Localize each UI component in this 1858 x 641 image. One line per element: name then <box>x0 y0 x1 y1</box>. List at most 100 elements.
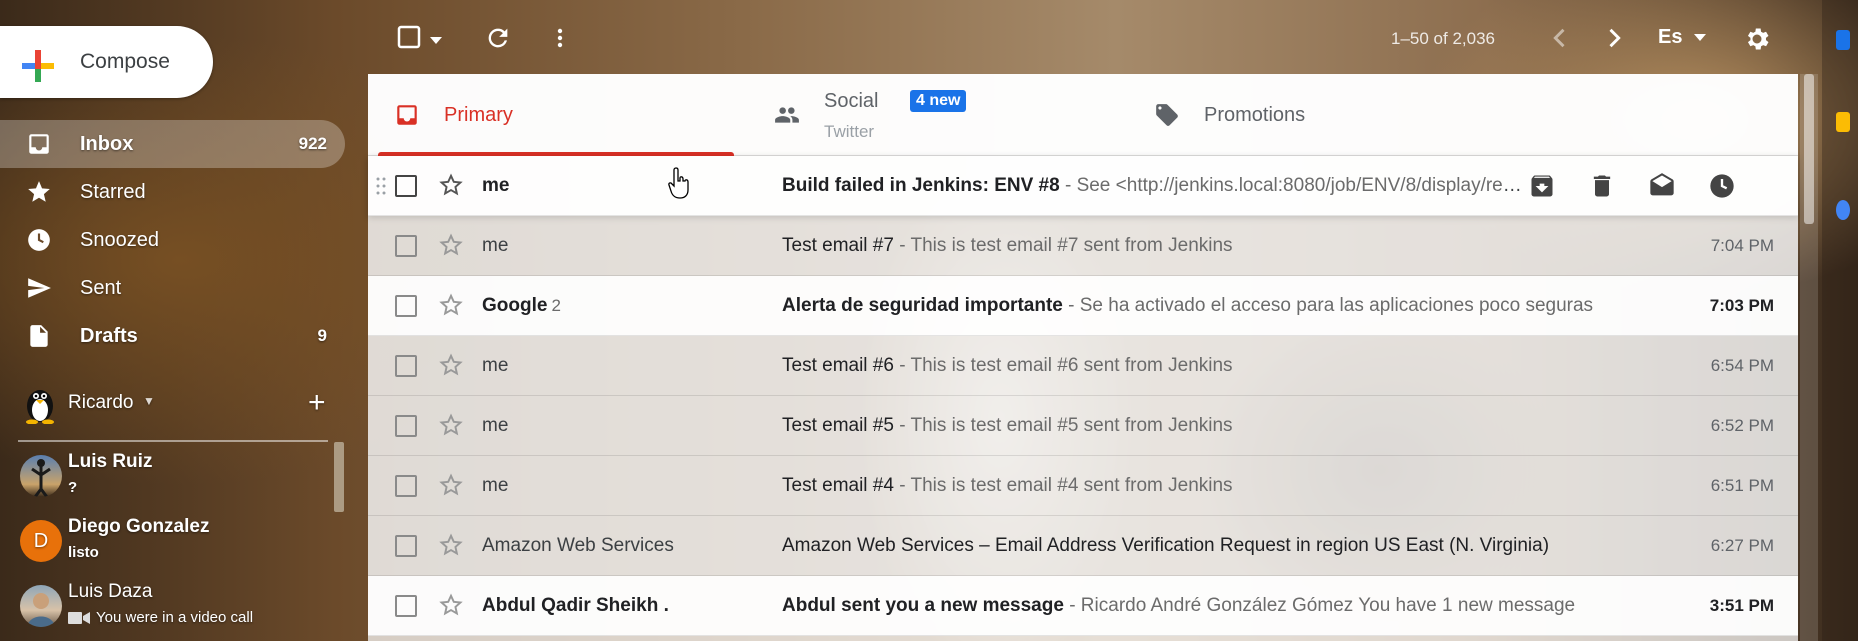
star-outline-icon[interactable] <box>438 352 464 378</box>
email-subject: Test email #6 <box>782 355 894 376</box>
plus-icon <box>22 50 54 82</box>
email-snippet: - This is test email #6 sent from Jenkin… <box>893 355 1233 376</box>
email-row[interactable]: me Build failed in Jenkins: ENV #8 - See… <box>368 156 1798 216</box>
sidebar-item-starred[interactable]: Starred <box>0 168 345 216</box>
email-snippet: - See <http://jenkins.local:8080/job/ENV… <box>1064 175 1532 196</box>
sidebar-item-inbox[interactable]: Inbox 922 <box>0 120 345 168</box>
row-actions <box>1528 170 1778 200</box>
row-checkbox[interactable] <box>395 355 417 377</box>
email-subject: Alerta de seguridad importante <box>782 295 1063 316</box>
more-vert-icon[interactable] <box>548 24 572 57</box>
email-row[interactable]: Abdul Qadir Sheikh . Abdul sent you a ne… <box>368 576 1798 636</box>
tab-label: Primary <box>444 104 513 126</box>
contact-item[interactable]: D Diego Gonzalez listo <box>0 510 345 575</box>
email-snippet: - Ricardo André González Gómez You have … <box>1063 595 1576 616</box>
email-subject: Test email #4 <box>782 475 894 496</box>
tasks-icon[interactable] <box>1836 200 1850 220</box>
inbox-icon <box>26 131 52 157</box>
sidebar-item-drafts[interactable]: Drafts 9 <box>0 312 345 360</box>
tab-primary[interactable]: Primary <box>368 74 748 156</box>
calendar-icon[interactable] <box>1836 30 1850 50</box>
draft-icon <box>26 323 52 349</box>
gear-icon[interactable] <box>1742 24 1772 59</box>
contact-item[interactable]: Luis Ruiz ? <box>0 445 345 510</box>
chevron-left-icon[interactable] <box>1546 24 1574 57</box>
email-row[interactable]: me Test email #7 - This is test email #7… <box>368 216 1798 276</box>
star-outline-icon[interactable] <box>438 292 464 318</box>
email-subject: Abdul sent you a new message <box>782 595 1064 616</box>
divider <box>18 440 328 442</box>
row-checkbox[interactable] <box>395 595 417 617</box>
row-checkbox[interactable] <box>395 175 417 197</box>
email-time: 7:03 PM <box>1709 296 1774 315</box>
email-sender: me <box>482 415 509 436</box>
email-preview: Test email #5 - This is test email #5 se… <box>782 415 1648 437</box>
inbox-icon <box>397 105 417 125</box>
hand-cursor-icon <box>668 167 689 199</box>
snooze-clock-icon[interactable] <box>1708 172 1736 200</box>
contact-item[interactable]: Luis Daza You were in a video call <box>0 575 345 640</box>
hangouts-user-name[interactable]: Ricardo <box>68 392 133 414</box>
sidebar-item-snoozed[interactable]: Snoozed <box>0 216 345 264</box>
star-icon <box>26 179 52 205</box>
email-row[interactable]: Amazon Web Services Amazon Web Services … <box>368 516 1798 576</box>
row-checkbox[interactable] <box>395 475 417 497</box>
mark-as-read-icon[interactable] <box>1648 172 1676 200</box>
email-time: 6:54 PM <box>1710 356 1774 375</box>
star-outline-icon[interactable] <box>438 172 464 198</box>
star-outline-icon[interactable] <box>438 472 464 498</box>
video-camera-icon <box>68 611 90 624</box>
drag-handle-icon[interactable] <box>376 176 386 196</box>
main-scrollbar[interactable] <box>1800 74 1818 641</box>
email-preview: Test email #4 - This is test email #4 se… <box>782 475 1648 497</box>
add-contact-icon[interactable]: + <box>308 386 326 420</box>
row-checkbox[interactable] <box>395 415 417 437</box>
row-checkbox[interactable] <box>395 295 417 317</box>
tab-social[interactable]: Social 4 new Twitter <box>748 74 1128 156</box>
star-outline-icon[interactable] <box>438 532 464 558</box>
chevron-down-icon[interactable]: ▼ <box>143 394 155 408</box>
contact-name: Luis Ruiz <box>68 451 153 472</box>
select-all-checkbox[interactable] <box>396 24 422 55</box>
tab-label: Social <box>824 90 879 112</box>
chevron-down-icon <box>1694 33 1707 41</box>
avatar <box>20 455 62 497</box>
email-row[interactable]: me Test email #6 - This is test email #6… <box>368 336 1798 396</box>
refresh-icon[interactable] <box>484 24 512 57</box>
email-sender: me <box>482 175 510 196</box>
keep-icon[interactable] <box>1836 112 1850 132</box>
email-row[interactable]: me Test email #4 - This is test email #4… <box>368 456 1798 516</box>
star-outline-icon[interactable] <box>438 232 464 258</box>
hangouts-scrollbar[interactable] <box>334 442 344 512</box>
email-row[interactable]: me Test email #5 - This is test email #5… <box>368 396 1798 456</box>
email-preview: Abdul sent you a new message - Ricardo A… <box>782 595 1648 617</box>
star-outline-icon[interactable] <box>438 592 464 618</box>
unread-count: 922 <box>298 134 327 153</box>
tab-promotions[interactable]: Promotions <box>1128 74 1508 156</box>
hangouts-header: Ricardo ▼ + <box>0 380 345 430</box>
star-outline-icon[interactable] <box>438 412 464 438</box>
select-dropdown-icon[interactable] <box>430 32 442 50</box>
trash-icon[interactable] <box>1588 172 1616 200</box>
compose-button[interactable]: Compose <box>0 26 213 98</box>
email-row[interactable]: Google 2 Alerta de seguridad importante -… <box>368 276 1798 336</box>
email-subject: Test email #7 <box>782 235 894 256</box>
email-time: 6:27 PM <box>1710 536 1774 555</box>
email-subject: Test email #5 <box>782 415 894 436</box>
tab-subtitle: Twitter <box>824 122 875 141</box>
email-sender: Abdul Qadir Sheikh . <box>482 595 669 616</box>
mail-list-panel: Primary Social 4 new Twitter Promotions … <box>368 74 1798 641</box>
compose-label: Compose <box>80 50 170 73</box>
language-label: Es <box>1658 26 1683 48</box>
penguin-avatar-icon[interactable] <box>22 384 58 424</box>
toolbar: 1–50 of 2,036 Es <box>368 14 1798 62</box>
contact-status: You were in a video call <box>68 609 253 626</box>
sidebar-item-sent[interactable]: Sent <box>0 264 345 312</box>
email-preview: Amazon Web Services – Email Address Veri… <box>782 535 1648 557</box>
chevron-right-icon[interactable] <box>1600 24 1628 57</box>
scrollbar-thumb[interactable] <box>1804 74 1814 224</box>
row-checkbox[interactable] <box>395 535 417 557</box>
row-checkbox[interactable] <box>395 235 417 257</box>
input-language-selector[interactable]: Es <box>1658 26 1707 49</box>
archive-icon[interactable] <box>1528 172 1556 200</box>
